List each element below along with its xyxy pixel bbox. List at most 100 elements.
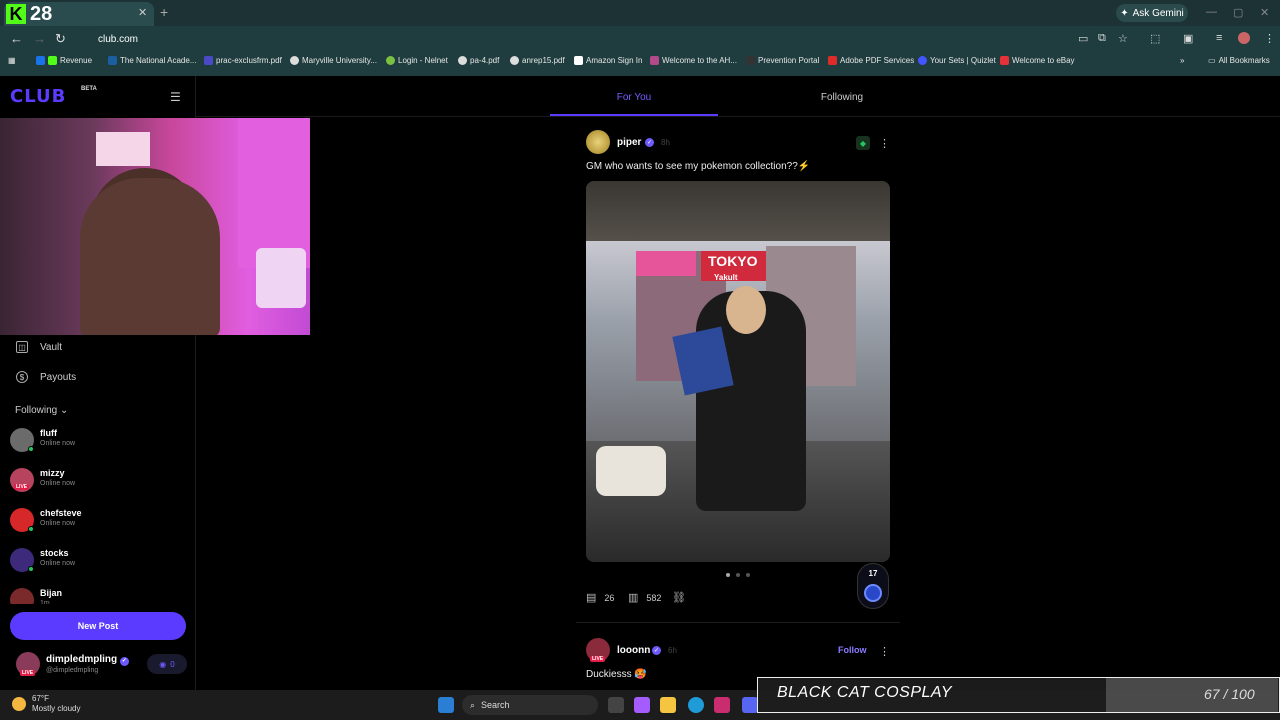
copy-link-button[interactable]: ⛓ <box>672 591 686 604</box>
folder-icon: ▭ <box>1208 56 1216 65</box>
carousel-dots <box>726 573 750 577</box>
weather-widget[interactable]: 67°F Mostly cloudy <box>12 694 80 714</box>
bookmark-maryville[interactable]: Maryville University... <box>290 56 377 65</box>
new-post-button[interactable]: New Post <box>10 612 186 640</box>
following-item-mizzy[interactable]: LIVE mizzy Online now <box>10 468 190 496</box>
following-item-stocks[interactable]: stocks Online now <box>10 548 190 576</box>
sidebar-item-vault[interactable]: ◫ Vault <box>16 341 62 353</box>
bookmark-revenue[interactable]: Revenue <box>36 56 92 65</box>
bookmark-pa4[interactable]: pa-4.pdf <box>458 56 499 65</box>
tip-button[interactable]: 17 <box>857 563 889 609</box>
bookmark-prevention-portal[interactable]: Prevention Portal <box>746 56 819 65</box>
following-section-header[interactable]: Following ⌄ <box>15 405 68 416</box>
verified-icon: ✓ <box>645 138 654 147</box>
current-user-name-text: dimpledmpling <box>46 654 118 665</box>
bookmark-label: Amazon Sign In <box>586 56 643 65</box>
store-icon[interactable] <box>714 697 730 713</box>
back-icon[interactable]: ← <box>10 31 23 46</box>
all-bookmarks[interactable]: ▭ All Bookmarks <box>1208 56 1270 65</box>
bookmark-adobe[interactable]: Adobe PDF Services <box>828 56 914 65</box>
bookmark-favicon-icon <box>108 56 117 65</box>
bookmark-prac-exclusfrm[interactable]: prac-exclusfrm.pdf <box>204 56 282 65</box>
apps-grid-icon[interactable]: ▦ <box>8 56 16 65</box>
bookmark-favicon-icon <box>204 56 213 65</box>
window-close-icon[interactable]: ✕ <box>1260 6 1269 19</box>
coin-icon: ◉ <box>159 659 167 669</box>
online-indicator <box>28 526 34 532</box>
post-menu-icon[interactable]: ⋮ <box>879 645 890 658</box>
bookmark-anrep15[interactable]: anrep15.pdf <box>510 56 565 65</box>
post-text: Duckiesss 🥵 <box>586 669 647 680</box>
minimize-icon[interactable]: — <box>1206 6 1217 18</box>
tab-for-you[interactable]: For You <box>550 92 718 103</box>
edge-icon[interactable] <box>688 697 704 713</box>
post-author-name[interactable]: piper <box>617 137 641 148</box>
verified-icon: ✓ <box>119 657 129 666</box>
post-image[interactable]: TOKYO Yakult <box>586 181 890 562</box>
taskbar-search[interactable]: ⌕ Search <box>462 695 598 715</box>
bookmark-national-academy[interactable]: The National Acade... <box>108 56 197 65</box>
bookmark-label: Maryville University... <box>302 56 377 65</box>
sliders-icon[interactable]: ≡ <box>1216 32 1222 44</box>
install-icon[interactable]: ⧉ <box>1098 32 1106 45</box>
bookmark-label: Your Sets | Quizlet <box>930 56 996 65</box>
payouts-icon: $ <box>16 371 28 383</box>
bookmark-ah[interactable]: Welcome to the AH... <box>650 56 737 65</box>
tab-following[interactable]: Following <box>770 92 914 103</box>
current-user[interactable]: LIVE dimpledmpling ✓ @dimpledmpling ◉ 0 <box>10 650 190 684</box>
verified-icon: ✓ <box>652 646 661 655</box>
post-menu-icon[interactable]: ⋮ <box>879 137 890 150</box>
balance-pill[interactable]: ◉ 0 <box>147 654 187 674</box>
post-author-name[interactable]: looonn <box>617 645 650 656</box>
ask-gemini-button[interactable]: ✦ Ask Gemini <box>1116 4 1188 22</box>
discord-icon[interactable] <box>742 697 758 713</box>
close-tab-icon[interactable]: ✕ <box>138 6 147 19</box>
tab-strip <box>0 0 1280 26</box>
bookmark-label: The National Acade... <box>120 56 197 65</box>
club-logo[interactable]: CLUB <box>10 86 66 107</box>
bookmark-nelnet[interactable]: Login - Nelnet <box>386 56 448 65</box>
comments-button[interactable]: ▤ 26 <box>586 591 614 604</box>
bookmark-favicon-icon <box>458 56 467 65</box>
bookmarks-overflow-icon[interactable]: » <box>1180 56 1184 65</box>
profile-avatar[interactable] <box>1238 32 1250 44</box>
new-tab-icon[interactable]: + <box>160 4 168 20</box>
post-author-avatar[interactable] <box>586 130 610 154</box>
task-view-icon[interactable] <box>608 697 624 713</box>
following-name: fluff <box>40 428 57 438</box>
weather-temp: 67°F <box>32 694 49 703</box>
reload-icon[interactable]: ↻ <box>55 31 66 47</box>
page-icon[interactable]: ▭ <box>1078 32 1088 45</box>
divider <box>196 116 1280 117</box>
bookmark-amazon[interactable]: Amazon Sign In <box>574 56 642 65</box>
maximize-icon[interactable]: ▢ <box>1233 6 1243 19</box>
carousel-dot[interactable] <box>726 573 730 577</box>
sidebar-item-payouts[interactable]: $ Payouts <box>16 371 76 383</box>
forward-icon[interactable]: → <box>33 31 46 46</box>
bookmark-star-icon[interactable]: ☆ <box>1118 32 1128 45</box>
start-icon[interactable] <box>438 697 454 713</box>
kick-logo-icon: K <box>6 4 26 24</box>
following-item-chefsteve[interactable]: chefsteve Online now <box>10 508 190 536</box>
bookmark-quizlet[interactable]: Your Sets | Quizlet <box>918 56 996 65</box>
file-explorer-icon[interactable] <box>660 697 676 713</box>
current-user-name: dimpledmpling ✓ <box>46 654 129 666</box>
cast-icon[interactable]: ▣ <box>1183 32 1193 45</box>
bookmark-ebay[interactable]: Welcome to eBay <box>1000 56 1075 65</box>
bookmark-favicon-icon <box>828 56 837 65</box>
carousel-dot[interactable] <box>746 573 750 577</box>
copilot-icon[interactable] <box>634 697 650 713</box>
following-item-fluff[interactable]: fluff Online now <box>10 428 190 456</box>
bookmark-label: Welcome to eBay <box>1012 56 1075 65</box>
hamburger-menu-icon[interactable]: ☰ <box>170 90 181 104</box>
follow-button[interactable]: Follow <box>838 645 867 655</box>
extensions-icon[interactable]: ⬚ <box>1150 32 1160 45</box>
weather-icon <box>12 697 26 711</box>
live-badge: LIVE <box>14 484 30 490</box>
following-item-bijan[interactable]: Bijan 1m <box>10 588 190 604</box>
carousel-dot[interactable] <box>736 573 740 577</box>
address-bar[interactable]: club.com <box>80 29 1100 49</box>
browser-menu-icon[interactable]: ⋮ <box>1264 32 1275 45</box>
gem-icon[interactable]: ◆ <box>856 136 870 150</box>
stream-goal-title: BLACK CAT COSPLAY <box>777 684 953 701</box>
